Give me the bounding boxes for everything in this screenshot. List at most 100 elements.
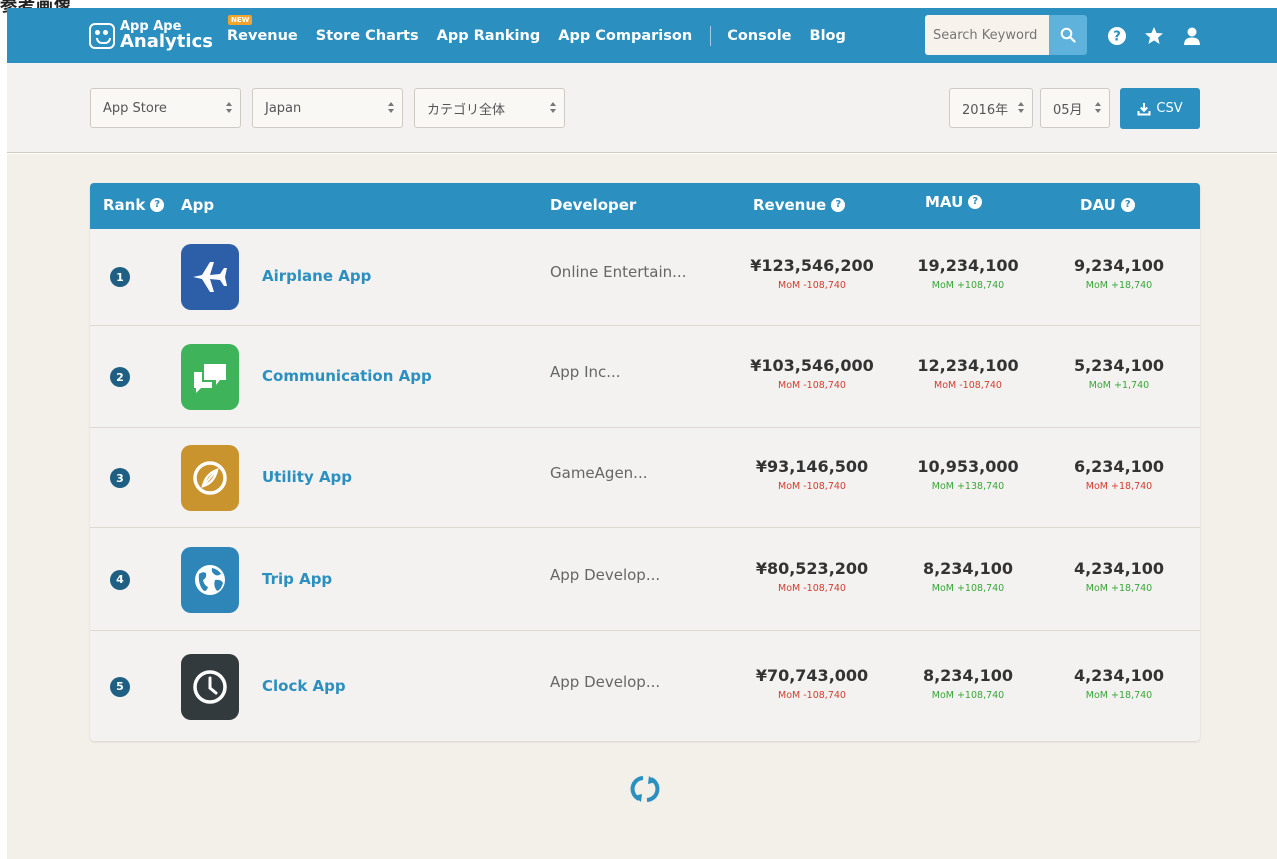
csv-download-button[interactable]: CSV	[1120, 88, 1200, 129]
mau-cell: 19,234,100 MoM +108,740	[888, 256, 1048, 291]
developer-name: GameAgen...	[550, 464, 648, 482]
dau-mom: MoM +18,740	[1085, 280, 1153, 291]
search-button[interactable]	[1049, 15, 1087, 55]
help-icon[interactable]: ?	[150, 198, 165, 212]
mau-value: 10,953,000	[917, 457, 1019, 476]
header-revenue: Revenue?	[753, 196, 846, 214]
help-icon[interactable]: ?	[1120, 198, 1135, 212]
select-arrows-icon	[388, 102, 394, 114]
table-row[interactable]: 5 Clock App App Develop... ¥70,743,000 M…	[90, 630, 1200, 741]
mau-mom: MoM +138,740	[931, 481, 1005, 492]
header-revenue-label: Revenue	[753, 196, 827, 214]
csv-button-label: CSV	[1156, 101, 1183, 116]
developer-name: App Develop...	[550, 672, 661, 691]
mau-value: 12,234,100	[917, 356, 1019, 375]
chat-icon[interactable]	[181, 344, 239, 410]
header-mau: MAU?	[925, 193, 983, 211]
revenue-value: ¥93,146,500	[755, 457, 869, 476]
select-arrows-icon	[226, 102, 232, 114]
mau-cell: 10,953,000 MoM +138,740	[888, 457, 1048, 492]
dau-mom: MoM +1,740	[1088, 380, 1150, 391]
clock-icon[interactable]	[181, 653, 239, 720]
logo[interactable]: App Ape Analytics	[89, 20, 213, 51]
nav-revenue[interactable]: NEW Revenue	[227, 14, 298, 44]
revenue-mom: MoM -108,740	[778, 689, 846, 701]
revenue-value: ¥70,743,000	[755, 665, 869, 685]
nav-store-charts[interactable]: Store Charts	[316, 28, 419, 44]
header-mau-label: MAU	[925, 193, 964, 211]
reload-icon[interactable]	[627, 771, 663, 807]
revenue-mom: MoM -108,740	[778, 280, 846, 291]
star-icon[interactable]	[1143, 25, 1165, 47]
category-select[interactable]: カテゴリ全体	[414, 88, 565, 128]
developer-name: App Inc...	[550, 363, 621, 381]
mau-mom: MoM -108,740	[934, 380, 1002, 391]
rank-badge: 4	[110, 569, 130, 590]
svg-text:?: ?	[1113, 30, 1121, 45]
airplane-icon[interactable]	[181, 244, 239, 310]
app-name-link[interactable]: Utility App	[262, 468, 352, 486]
header-dau: DAU?	[1080, 196, 1135, 214]
dau-cell: 4,234,100 MoM +18,740	[1039, 666, 1199, 701]
help-icon[interactable]: ?	[968, 195, 983, 209]
mau-cell: 8,234,100 MoM +108,740	[888, 559, 1048, 594]
logo-line2: Analytics	[120, 31, 213, 52]
table-row[interactable]: 4 Trip App App Develop... ¥80,523,200 Mo…	[90, 527, 1200, 630]
revenue-mom: MoM -108,740	[778, 582, 846, 594]
year-select[interactable]: 2016年	[949, 88, 1033, 128]
help-icon[interactable]: ?	[1106, 25, 1128, 47]
rank-badge: 3	[110, 468, 130, 488]
user-icon[interactable]	[1181, 25, 1203, 47]
rank-badge: 5	[110, 676, 130, 697]
year-select-value: 2016年	[962, 102, 1009, 118]
store-select[interactable]: App Store	[90, 88, 241, 128]
select-arrows-icon	[1018, 102, 1024, 114]
dau-mom: MoM +18,740	[1085, 689, 1153, 701]
month-select[interactable]: 05月	[1040, 88, 1110, 128]
revenue-value: ¥80,523,200	[755, 558, 869, 578]
globe-icon[interactable]	[181, 546, 239, 613]
app-name-link[interactable]: Clock App	[262, 677, 346, 695]
revenue-mom: MoM -108,740	[778, 481, 846, 492]
revenue-cell: ¥93,146,500 MoM -108,740	[732, 457, 892, 492]
nav-app-ranking[interactable]: App Ranking	[437, 28, 541, 44]
nav-app-comparison[interactable]: App Comparison	[558, 28, 692, 44]
help-icon[interactable]: ?	[831, 198, 846, 212]
app-name-link[interactable]: Trip App	[262, 570, 332, 588]
table-row[interactable]: 3 Utility App GameAgen... ¥93,146,500 Mo…	[90, 427, 1200, 527]
nav-blog[interactable]: Blog	[810, 28, 846, 44]
nav-revenue-label: Revenue	[227, 27, 298, 44]
revenue-value: ¥123,546,200	[750, 256, 874, 275]
country-select[interactable]: Japan	[252, 88, 403, 128]
table-row[interactable]: 2 Communication App App Inc... ¥103,546,…	[90, 325, 1200, 427]
ape-logo-icon	[89, 22, 115, 49]
revenue-cell: ¥80,523,200 MoM -108,740	[732, 559, 892, 594]
top-navbar: App Ape Analytics NEW Revenue Store Char…	[7, 8, 1277, 63]
header-rank: Rank?	[103, 196, 165, 214]
header-dau-label: DAU	[1080, 196, 1116, 214]
header-developer: Developer	[550, 196, 637, 214]
ranking-table: Rank? App Developer Revenue? MAU? DAU? 1…	[90, 183, 1200, 741]
nav-divider	[710, 25, 712, 46]
mau-value: 19,234,100	[917, 256, 1019, 275]
revenue-value: ¥103,546,000	[750, 356, 874, 375]
nav-console[interactable]: Console	[727, 28, 791, 44]
search-input[interactable]	[925, 15, 1049, 55]
select-arrows-icon	[550, 102, 556, 114]
header-rank-label: Rank	[103, 196, 146, 214]
dau-mom: MoM +18,740	[1085, 481, 1153, 492]
mau-mom: MoM +108,740	[931, 280, 1005, 291]
filter-bar: App Store Japan カテゴリ全体 2016年 05月 CSV	[7, 63, 1277, 153]
compass-icon[interactable]	[181, 445, 239, 511]
app-name-link[interactable]: Communication App	[262, 367, 432, 385]
dau-cell: 4,234,100 MoM +18,740	[1039, 559, 1199, 594]
revenue-cell: ¥123,546,200 MoM -108,740	[732, 256, 892, 291]
table-row[interactable]: 1 Airplane App Online Entertain... ¥123,…	[90, 229, 1200, 325]
mau-cell: 8,234,100 MoM +108,740	[888, 666, 1048, 701]
revenue-cell: ¥103,546,000 MoM -108,740	[732, 356, 892, 391]
dau-mom: MoM +18,740	[1085, 582, 1153, 594]
dau-value: 4,234,100	[1073, 558, 1165, 578]
dau-value: 5,234,100	[1073, 356, 1165, 375]
dau-value: 4,234,100	[1073, 665, 1165, 685]
app-name-link[interactable]: Airplane App	[262, 267, 371, 285]
